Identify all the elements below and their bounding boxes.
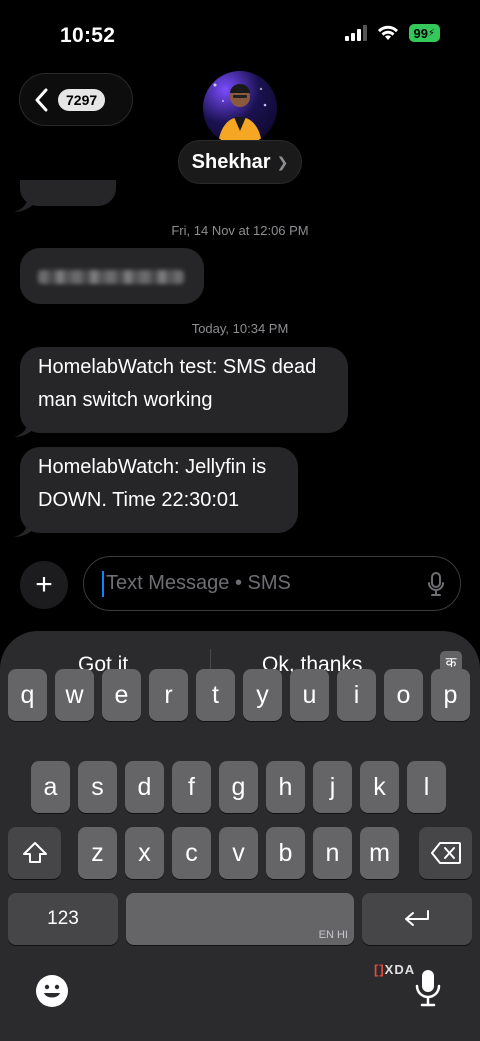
battery-level: 99 <box>413 25 428 41</box>
key-e[interactable]: e <box>102 669 141 721</box>
status-icons: 99 ⚡ <box>344 24 440 42</box>
key-y[interactable]: y <box>243 669 282 721</box>
return-icon <box>405 910 429 926</box>
keyboard: Got it Ok, thanks क q w e r t y u i o p … <box>0 631 480 1041</box>
message-text-line: HomelabWatch: Jellyfin is <box>38 456 267 478</box>
key-z[interactable]: z <box>78 827 117 879</box>
key-b[interactable]: b <box>266 827 305 879</box>
xda-logo-bracket: [] <box>374 962 385 977</box>
plus-icon: + <box>35 568 53 601</box>
text-caret <box>102 570 104 597</box>
key-d[interactable]: d <box>125 761 164 813</box>
emoji-icon[interactable] <box>35 974 69 1008</box>
key-n[interactable]: n <box>313 827 352 879</box>
add-attachment-button[interactable]: + <box>20 561 68 609</box>
message-input-placeholder: Text Message • SMS <box>106 572 291 594</box>
message-text-line: DOWN. Time 22:30:01 <box>38 489 240 511</box>
key-m[interactable]: m <box>360 827 399 879</box>
key-p[interactable]: p <box>431 669 470 721</box>
bubble-tail <box>14 421 34 437</box>
contact-avatar[interactable] <box>203 71 277 145</box>
key-c[interactable]: c <box>172 827 211 879</box>
xda-logo-text: XDA <box>384 962 416 977</box>
chevron-right-icon: ❯ <box>276 153 289 170</box>
backspace-key[interactable] <box>419 827 472 879</box>
key-t[interactable]: t <box>196 669 235 721</box>
chevron-left-icon <box>35 88 48 111</box>
key-j[interactable]: j <box>313 761 352 813</box>
key-f[interactable]: f <box>172 761 211 813</box>
message-timestamp: Fri, 14 Nov at 12:06 PM <box>171 223 309 238</box>
key-l[interactable]: l <box>407 761 446 813</box>
key-i[interactable]: i <box>337 669 376 721</box>
dictation-mic-icon[interactable] <box>415 969 441 1007</box>
key-v[interactable]: v <box>219 827 258 879</box>
key-s[interactable]: s <box>78 761 117 813</box>
delete-icon <box>430 842 461 864</box>
message-bubble-redacted[interactable] <box>20 248 204 304</box>
message-bubble[interactable]: HomelabWatch: Jellyfin is DOWN. Time 22:… <box>14 447 298 537</box>
shift-icon <box>22 842 47 863</box>
contact-name: Shekhar <box>191 150 271 173</box>
shift-key[interactable] <box>8 827 61 879</box>
redacted-text <box>38 270 184 284</box>
unread-count-badge: 7297 <box>58 88 106 111</box>
key-a[interactable]: a <box>31 761 70 813</box>
key-r[interactable]: r <box>149 669 188 721</box>
bubble-tail <box>14 521 34 537</box>
wifi-icon <box>377 25 398 40</box>
key-u[interactable]: u <box>290 669 329 721</box>
xda-watermark: []XDA <box>374 962 415 977</box>
battery-indicator: 99 ⚡ <box>408 24 440 42</box>
status-time: 10:52 <box>60 24 116 47</box>
bubble-tail <box>14 196 34 212</box>
key-k[interactable]: k <box>360 761 399 813</box>
message-timestamp: Today, 10:34 PM <box>191 321 289 336</box>
key-h[interactable]: h <box>266 761 305 813</box>
message-text-line: man switch working <box>38 389 213 411</box>
charging-bolt-icon: ⚡ <box>427 27 435 39</box>
key-o[interactable]: o <box>384 669 423 721</box>
space-language-label: EN HI <box>318 929 348 941</box>
key-x[interactable]: x <box>125 827 164 879</box>
return-key[interactable] <box>362 893 472 945</box>
cellular-signal-icon <box>344 25 367 41</box>
key-g[interactable]: g <box>219 761 258 813</box>
message-bubble[interactable]: HomelabWatch test: SMS dead man switch w… <box>14 347 348 437</box>
numbers-key[interactable]: 123 <box>8 893 118 945</box>
back-button[interactable]: 7297 <box>19 73 133 126</box>
contact-name-button[interactable]: Shekhar ❯ <box>178 140 302 184</box>
key-q[interactable]: q <box>8 669 47 721</box>
message-bubble-partial[interactable] <box>14 180 116 212</box>
dictation-mic-icon[interactable] <box>428 572 444 596</box>
message-input[interactable]: Text Message • SMS <box>83 556 461 611</box>
avatar-photo <box>213 83 267 145</box>
key-w[interactable]: w <box>55 669 94 721</box>
message-text-line: HomelabWatch test: SMS dead <box>38 356 317 378</box>
space-bar[interactable]: EN HI <box>126 893 354 945</box>
